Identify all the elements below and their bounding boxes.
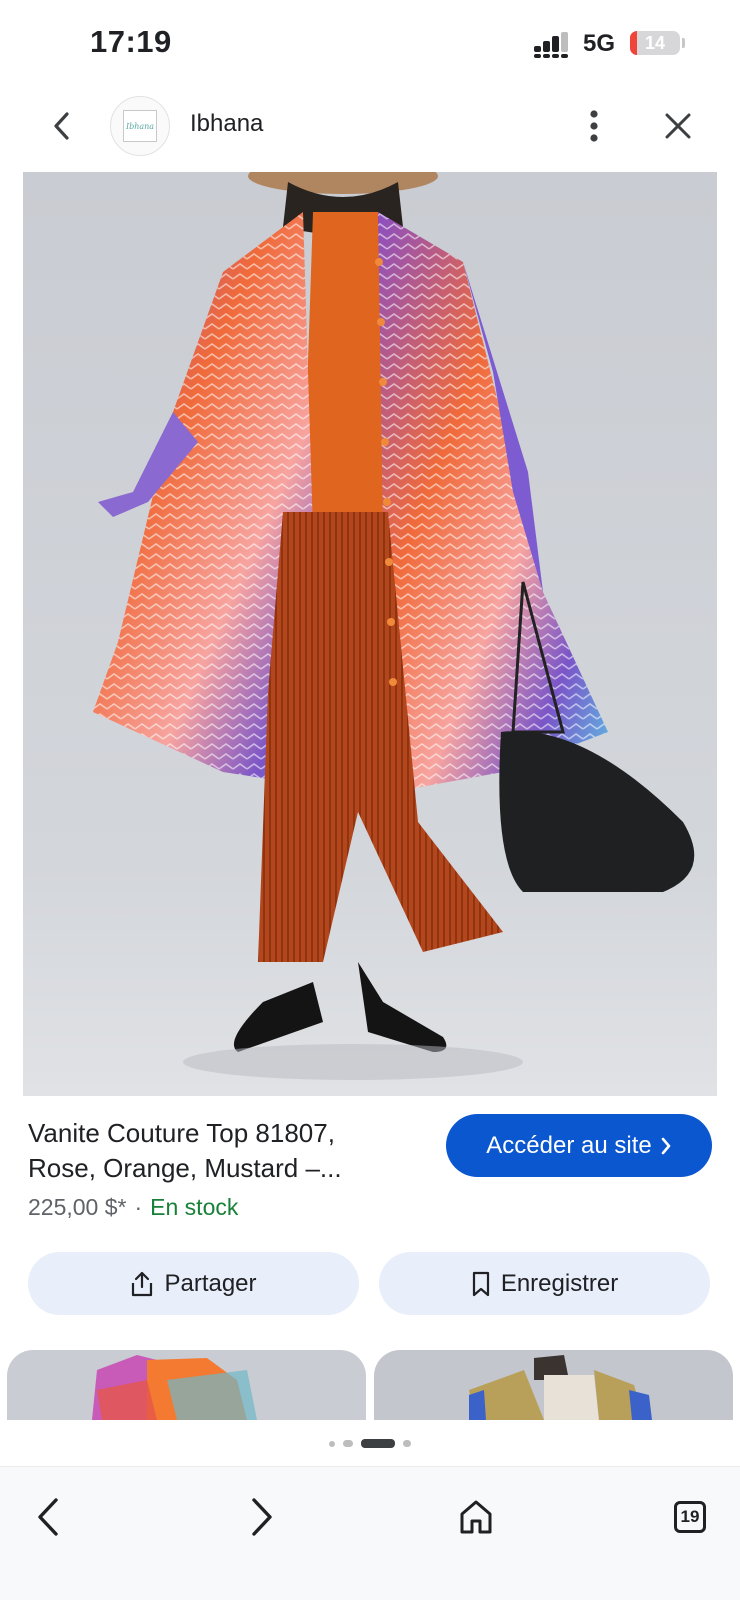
battery-percentage: 14 bbox=[644, 33, 666, 53]
share-icon bbox=[132, 1271, 153, 1296]
nav-tabs-button[interactable]: 19 bbox=[662, 1489, 718, 1545]
more-vert-icon bbox=[590, 110, 598, 142]
bottom-navigation: 19 bbox=[0, 1466, 740, 1600]
close-button[interactable] bbox=[656, 104, 700, 148]
nav-forward-button[interactable] bbox=[234, 1489, 290, 1545]
pager-dot[interactable] bbox=[403, 1440, 411, 1447]
save-button[interactable]: Enregistrer bbox=[379, 1252, 710, 1315]
site-logo[interactable]: Ibhana bbox=[110, 96, 170, 156]
related-image-1[interactable] bbox=[7, 1350, 366, 1420]
chevron-right-icon bbox=[661, 1137, 671, 1154]
carousel-pager bbox=[0, 1420, 740, 1466]
nav-back-button[interactable] bbox=[20, 1489, 76, 1545]
logo-mark: Ibhana bbox=[123, 110, 157, 142]
visit-site-button[interactable]: Accéder au site bbox=[446, 1114, 712, 1177]
related-photo-1 bbox=[92, 1355, 257, 1420]
more-options-button[interactable] bbox=[576, 104, 612, 148]
battery-icon: 14 bbox=[630, 31, 680, 55]
arrow-forward-icon bbox=[252, 1498, 272, 1536]
product-title[interactable]: Vanite Couture Top 81807, Rose, Orange, … bbox=[28, 1116, 408, 1186]
browser-header: Ibhana Ibhana bbox=[0, 88, 740, 172]
nav-home-button[interactable] bbox=[448, 1489, 504, 1545]
site-name: Ibhana bbox=[190, 110, 264, 137]
logo-text: Ibhana bbox=[125, 121, 155, 131]
visit-site-label: Accéder au site bbox=[486, 1131, 652, 1159]
product-photo bbox=[23, 172, 717, 1096]
battery-cap bbox=[682, 38, 685, 48]
pager-dot[interactable] bbox=[361, 1439, 395, 1448]
share-label: Partager bbox=[164, 1269, 257, 1297]
back-button[interactable] bbox=[42, 106, 82, 146]
pager-dot[interactable] bbox=[329, 1441, 335, 1447]
price-row: 225,00 $* · En stock bbox=[28, 1194, 238, 1221]
signal-icon bbox=[534, 32, 568, 58]
product-title-line-2: Rose, Orange, Mustard –... bbox=[28, 1153, 342, 1183]
network-label: 5G bbox=[583, 30, 616, 57]
related-image-2[interactable] bbox=[374, 1350, 733, 1420]
bookmark-icon bbox=[472, 1271, 489, 1296]
save-label: Enregistrer bbox=[500, 1269, 619, 1297]
status-time: 17:19 bbox=[90, 24, 172, 59]
close-icon bbox=[665, 113, 691, 139]
product-image[interactable] bbox=[23, 172, 717, 1096]
chevron-left-icon bbox=[54, 112, 69, 140]
pager-dot[interactable] bbox=[343, 1440, 353, 1447]
home-icon bbox=[460, 1500, 492, 1534]
product-title-line-1: Vanite Couture Top 81807, bbox=[28, 1118, 335, 1148]
stock-status: En stock bbox=[150, 1194, 239, 1220]
tabs-count: 19 bbox=[674, 1501, 706, 1533]
arrow-back-icon bbox=[38, 1498, 58, 1536]
separator: · bbox=[134, 1194, 143, 1220]
product-price: 225,00 $* bbox=[28, 1194, 127, 1220]
status-bar: 17:19 5G 14 bbox=[0, 0, 740, 88]
share-button[interactable]: Partager bbox=[28, 1252, 359, 1315]
related-photo-2 bbox=[469, 1355, 652, 1420]
